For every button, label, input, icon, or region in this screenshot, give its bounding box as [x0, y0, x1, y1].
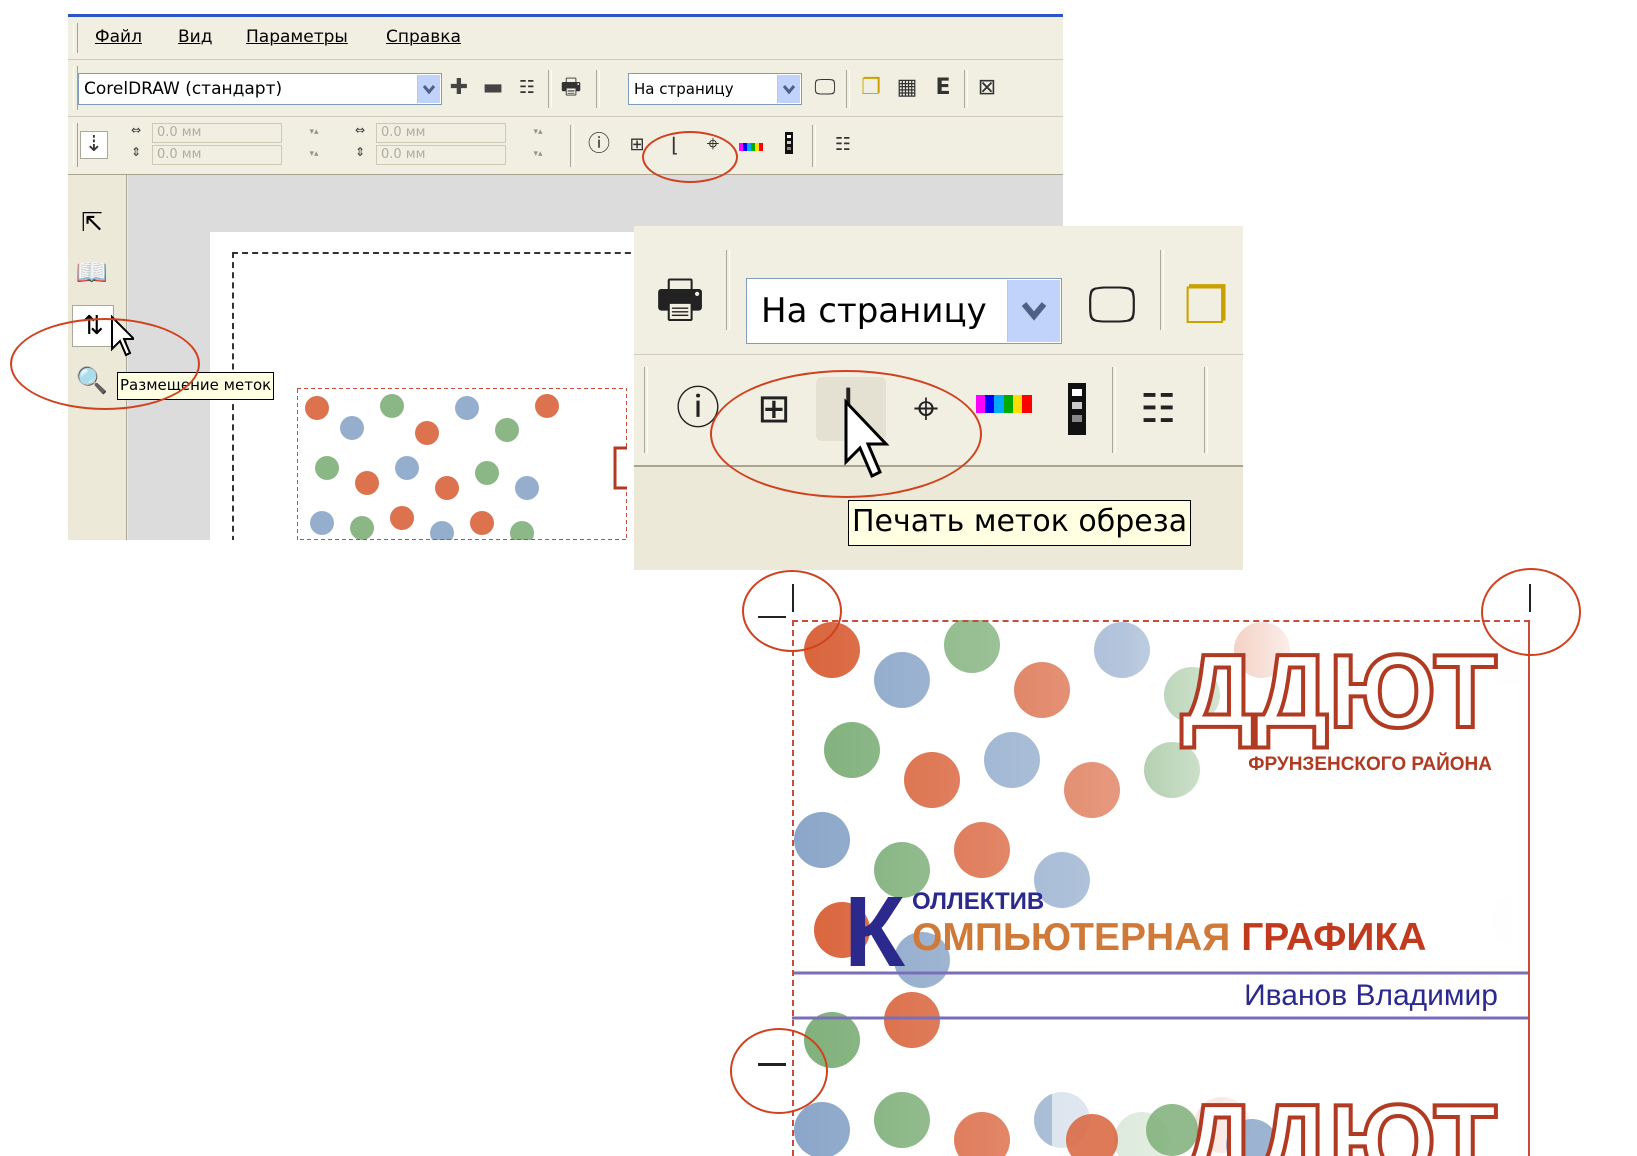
densitometer-icon[interactable]: [1062, 383, 1092, 439]
business-card: ДДЮТ ФРУНЗЕНСКОГО РАЙОНА К ОЛЛЕКТИВ ОМПЬ…: [792, 620, 1530, 1156]
highlight-circle: [1481, 568, 1581, 656]
monitor-icon[interactable]: 🖵: [1082, 274, 1142, 334]
highlight-circle: [642, 131, 738, 183]
fit-combo[interactable]: На страницу: [746, 278, 1062, 344]
toolbar-separator: [644, 367, 648, 453]
card-computer-word: ОМПЬЮТЕРНАЯ ГРАФИКА: [912, 916, 1426, 960]
chevron-down-icon[interactable]: [1007, 280, 1060, 342]
computer-word-text: ОМПЬЮТЕРНАЯ: [912, 916, 1231, 959]
toolbar-separator: [1204, 367, 1208, 453]
card-person-name: Иванов Владимир: [1244, 979, 1498, 1012]
tooltip-text: Печать меток обреза: [852, 504, 1188, 539]
card-subtitle: ФРУНЗЕНСКОГО РАЙОНА: [1248, 754, 1492, 775]
kids-pattern-thumbnail: [297, 388, 627, 540]
toolbar-separator: [726, 250, 730, 330]
toolbar-separator: [1160, 250, 1164, 330]
card-title: ДДЮТ: [1179, 634, 1499, 750]
highlight-circle: [710, 370, 982, 498]
highlight-circle: [10, 318, 200, 410]
zoomed-standard-toolbar: 🖶 На страницу 🖵 ❐: [634, 226, 1243, 355]
fit-value: На страницу: [761, 291, 987, 331]
copies-icon[interactable]: ❐: [1176, 276, 1236, 336]
card-title-next: ДДЮТ: [1179, 1084, 1499, 1156]
card-collective-word: ОЛЛЕКТИВ: [912, 888, 1045, 915]
highlight-circle: [742, 570, 842, 652]
options-list-icon[interactable]: ☷: [1130, 381, 1186, 437]
toolbar-separator: [1112, 367, 1116, 453]
card-thumbnail: [297, 388, 627, 540]
color-bar-icon[interactable]: [974, 395, 1034, 417]
crop-marks-tooltip: Печать меток обреза: [848, 500, 1192, 546]
highlight-circle: [730, 1028, 828, 1114]
printer-icon[interactable]: 🖶: [650, 270, 710, 330]
card-initial: К: [844, 876, 906, 988]
graphics-word-text: ГРАФИКА: [1241, 916, 1427, 959]
